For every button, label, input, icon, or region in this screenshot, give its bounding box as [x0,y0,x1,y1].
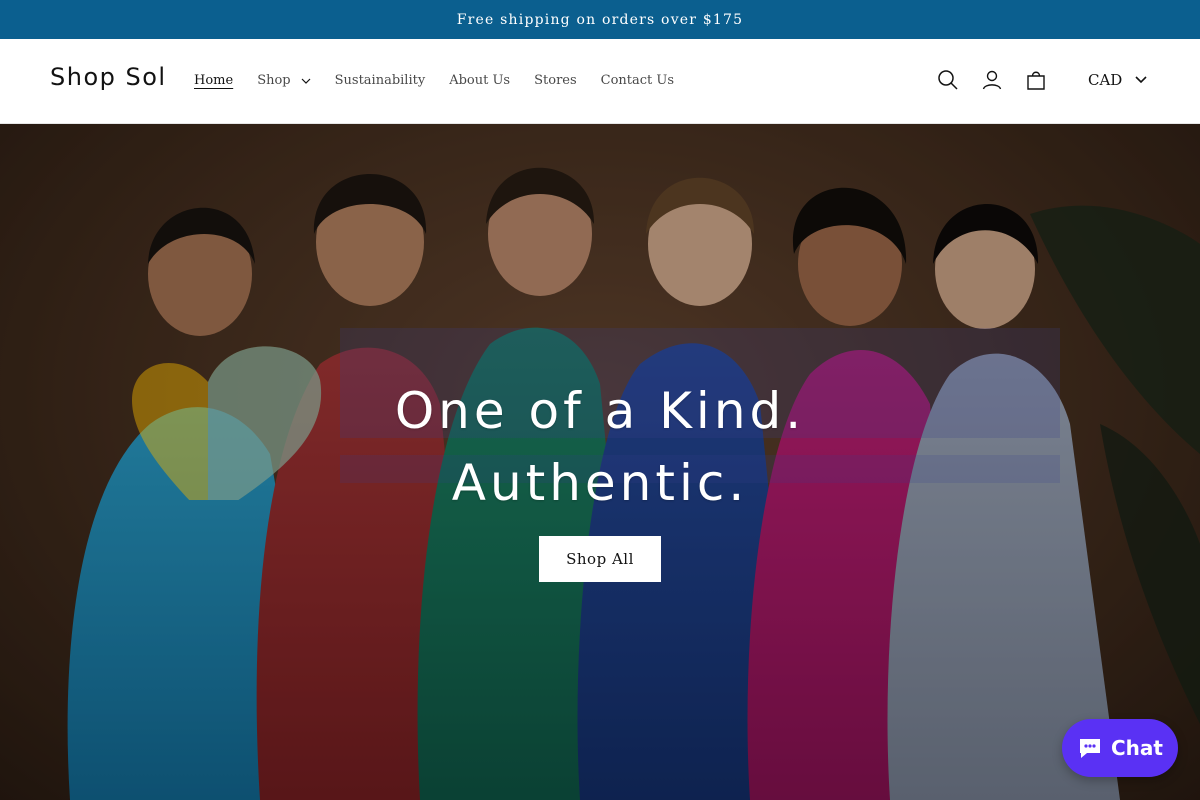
chevron-down-icon [301,76,311,86]
account-icon[interactable] [970,67,1014,93]
chat-label: Chat [1111,736,1163,760]
main-nav: Home Shop Sustainability About Us Stores… [194,73,698,88]
nav-item-label: About Us [449,73,511,88]
nav-item-shop[interactable]: Shop [257,73,311,88]
chat-button[interactable]: Chat [1062,719,1178,777]
chevron-down-icon [1135,76,1147,84]
store-logo[interactable]: Shop Sol [50,63,167,91]
nav-item-contact-us[interactable]: Contact Us [601,73,674,88]
nav-item-stores[interactable]: Stores [534,73,577,88]
header-icons [926,67,1058,93]
hero-heading-line-2: Authentic. [451,454,749,512]
hero-banner: One of a Kind. Authentic. Shop All [0,124,1200,800]
nav-item-about-us[interactable]: About Us [449,73,510,88]
hero-content: One of a Kind. Authentic. Shop All [0,124,1200,800]
search-icon[interactable] [926,67,970,93]
announcement-text: Free shipping on orders over $175 [456,11,744,28]
hero-heading-line-1: One of a Kind. [394,382,806,440]
shop-all-button[interactable]: Shop All [539,536,661,582]
cart-icon[interactable] [1014,67,1058,93]
nav-item-label: Shop [257,73,291,88]
nav-item-label: Sustainability [334,73,426,88]
nav-item-label: Home [194,73,234,88]
chat-icon [1080,739,1100,758]
nav-item-label: Stores [534,73,577,88]
nav-item-sustainability[interactable]: Sustainability [335,73,426,88]
currency-value: CAD [1088,71,1123,89]
currency-selector[interactable]: CAD [1088,71,1148,89]
announcement-bar: Free shipping on orders over $175 [0,0,1200,39]
nav-item-label: Contact Us [600,73,675,88]
nav-item-home[interactable]: Home [194,73,233,88]
site-header: Shop Sol Home Shop Sustainability About … [0,39,1200,124]
